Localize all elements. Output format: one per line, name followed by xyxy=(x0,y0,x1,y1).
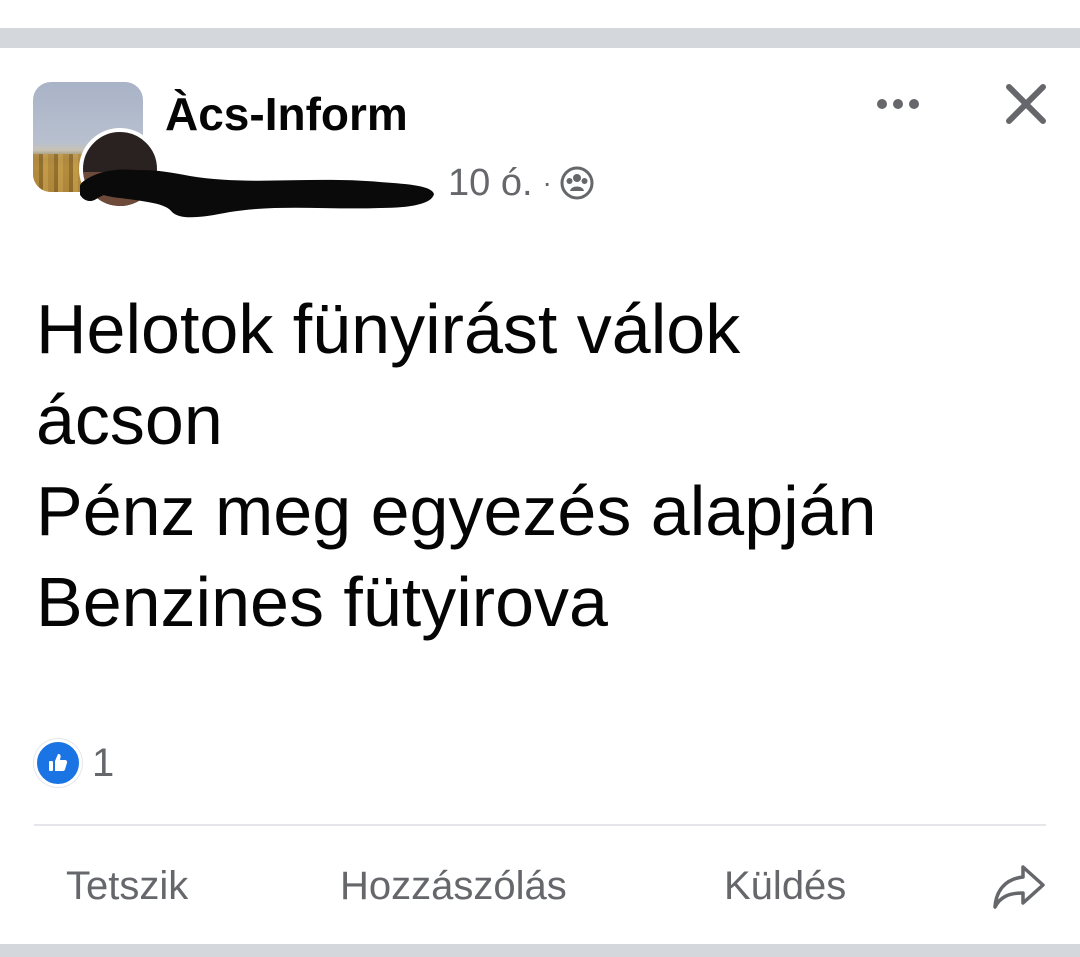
more-options-button[interactable] xyxy=(870,84,926,124)
send-button[interactable]: Küldés xyxy=(724,838,846,934)
like-reaction-badge xyxy=(34,739,82,787)
post-text-line: ácson xyxy=(36,381,223,459)
post-text-line: Helotok fünyirást válok xyxy=(36,290,741,368)
like-icon xyxy=(49,754,68,771)
post-time[interactable]: 10 ó. xyxy=(448,162,533,205)
more-horizontal-icon xyxy=(877,99,919,109)
post-text-line: Pénz meg egyezés alapján xyxy=(36,472,877,550)
meta-separator: · xyxy=(542,167,552,198)
like-button[interactable]: Tetszik xyxy=(66,838,188,934)
close-button[interactable] xyxy=(998,76,1054,132)
post-card: Àcs-Inform 10 ó. · Helotok fünyirást vál… xyxy=(0,48,1080,944)
share-button[interactable] xyxy=(988,838,1050,934)
action-bar: Tetszik Hozzászólás Küldés xyxy=(0,838,1080,934)
redaction-scribble xyxy=(80,169,434,218)
post-text-line: Benzines fütyirova xyxy=(36,563,608,641)
top-margin xyxy=(0,0,1080,28)
screenshot: Àcs-Inform 10 ó. · Helotok fünyirást vál… xyxy=(0,0,1080,957)
post-text: Helotok fünyirást válok ácson Pénz meg e… xyxy=(36,284,1046,648)
feed-divider-top xyxy=(0,28,1080,48)
group-icon xyxy=(560,166,594,200)
feed-divider-bottom xyxy=(0,944,1080,957)
page-name[interactable]: Àcs-Inform xyxy=(165,84,408,144)
reaction-count: 1 xyxy=(92,740,115,785)
post-meta: 10 ó. · xyxy=(448,160,594,206)
close-icon xyxy=(1006,84,1046,124)
reactions-summary[interactable]: 1 xyxy=(34,739,115,787)
share-icon xyxy=(993,865,1045,909)
comment-button[interactable]: Hozzászólás xyxy=(340,838,567,934)
actions-divider xyxy=(34,824,1046,826)
